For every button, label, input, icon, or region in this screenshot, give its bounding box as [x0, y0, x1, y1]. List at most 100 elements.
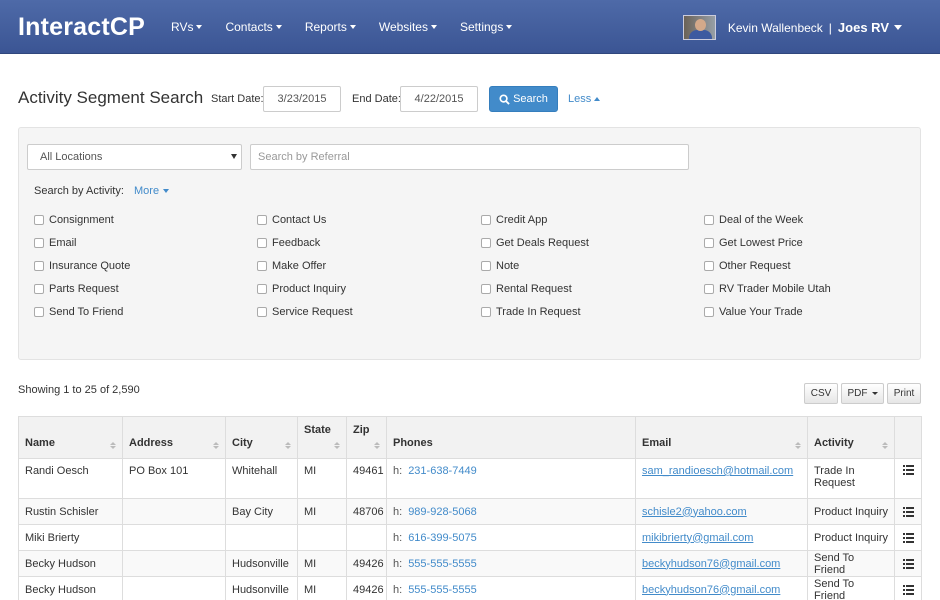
table-row[interactable]: Rustin Schisler Bay City MI 48706 h: 989-…	[18, 498, 922, 525]
search-button[interactable]: Search	[489, 86, 558, 112]
activity-checkbox-email[interactable]: Email	[34, 237, 77, 249]
activity-checkbox-consignment[interactable]: Consignment	[34, 214, 114, 226]
checkbox[interactable]	[257, 284, 267, 294]
checkbox[interactable]	[704, 307, 714, 317]
nav-websites[interactable]: Websites	[379, 20, 437, 34]
activity-checkbox-contact-us[interactable]: Contact Us	[257, 214, 326, 226]
checkbox[interactable]	[481, 261, 491, 271]
list-icon[interactable]	[902, 506, 914, 517]
activity-checkbox-service[interactable]: Service Request	[257, 306, 353, 318]
cell-address	[122, 576, 226, 600]
list-icon[interactable]	[902, 584, 914, 595]
cell-state: MI	[297, 550, 347, 577]
column-header-label: Name	[25, 437, 55, 449]
column-header-state[interactable]: State	[297, 416, 347, 459]
table-row[interactable]: Becky Hudson Hudsonville MI 49426 h: 555-…	[18, 576, 922, 600]
checkbox[interactable]	[257, 238, 267, 248]
checkbox[interactable]	[257, 261, 267, 271]
nav-rvs[interactable]: RVs	[171, 20, 203, 34]
results-table: Name Address City State Zip Phones Email…	[18, 416, 922, 600]
activity-checkbox-product-inquiry[interactable]: Product Inquiry	[257, 283, 346, 295]
email-link[interactable]: sam_randioesch@hotmail.com	[642, 465, 793, 477]
checkbox[interactable]	[481, 284, 491, 294]
table-row[interactable]: Miki Brierty h: 616-399-5075 mikibrierty@…	[18, 524, 922, 551]
location-select[interactable]: All Locations	[27, 144, 242, 170]
list-icon[interactable]	[902, 558, 914, 569]
referral-search-input[interactable]	[250, 144, 689, 170]
brand-logo[interactable]: InteractCP	[18, 13, 145, 42]
activity-checkbox-insurance[interactable]: Insurance Quote	[34, 260, 130, 272]
list-icon[interactable]	[902, 465, 914, 475]
list-icon[interactable]	[902, 532, 914, 543]
activity-checkbox-credit-app[interactable]: Credit App	[481, 214, 547, 226]
activity-checkbox-value-trade[interactable]: Value Your Trade	[704, 306, 803, 318]
cell-name: Miki Brierty	[18, 524, 123, 551]
checkbox[interactable]	[704, 284, 714, 294]
nav-reports[interactable]: Reports	[305, 20, 356, 34]
table-row[interactable]: Becky Hudson Hudsonville MI 49426 h: 555-…	[18, 550, 922, 577]
email-link[interactable]: beckyhudson76@gmail.com	[642, 558, 780, 570]
user-name[interactable]: Kevin Wallenbeck	[728, 21, 823, 35]
activity-checkbox-send-to-friend[interactable]: Send To Friend	[34, 306, 123, 318]
activity-checkbox-lowest-price[interactable]: Get Lowest Price	[704, 237, 803, 249]
activity-checkbox-note[interactable]: Note	[481, 260, 519, 272]
activity-checkbox-parts[interactable]: Parts Request	[34, 283, 119, 295]
checkbox[interactable]	[34, 261, 44, 271]
column-header-email[interactable]: Email	[635, 416, 808, 459]
email-link[interactable]: schisle2@yahoo.com	[642, 506, 747, 518]
nav-settings[interactable]: Settings	[460, 20, 513, 34]
column-header-address[interactable]: Address	[122, 416, 226, 459]
dealer-switcher[interactable]: Joes RV	[838, 20, 902, 35]
checkbox[interactable]	[704, 215, 714, 225]
phone-link[interactable]: 616-399-5075	[408, 532, 477, 544]
column-header-name[interactable]: Name	[18, 416, 123, 459]
column-header-zip[interactable]: Zip	[346, 416, 387, 459]
checkbox[interactable]	[481, 307, 491, 317]
checkbox[interactable]	[704, 238, 714, 248]
checkbox[interactable]	[704, 261, 714, 271]
phone-link[interactable]: 231-638-7449	[408, 465, 477, 477]
column-header-city[interactable]: City	[225, 416, 298, 459]
phone-link[interactable]: 989-928-5068	[408, 506, 477, 518]
less-toggle[interactable]: Less	[568, 93, 601, 105]
activity-checkbox-feedback[interactable]: Feedback	[257, 237, 320, 249]
checkbox[interactable]	[257, 307, 267, 317]
cell-email: mikibrierty@gmail.com	[635, 524, 808, 551]
email-link[interactable]: mikibrierty@gmail.com	[642, 532, 753, 544]
checkbox[interactable]	[34, 307, 44, 317]
print-button[interactable]: Print	[887, 383, 921, 404]
phone-link[interactable]: 555-555-5555	[408, 558, 477, 570]
checkbox[interactable]	[34, 238, 44, 248]
csv-button[interactable]: CSV	[804, 383, 838, 404]
checkbox[interactable]	[257, 215, 267, 225]
activity-checkbox-make-offer[interactable]: Make Offer	[257, 260, 326, 272]
start-date-input[interactable]: 3/23/2015	[263, 86, 341, 112]
pdf-button[interactable]: PDF	[841, 383, 884, 404]
cell-actions	[894, 498, 922, 525]
checkbox[interactable]	[481, 238, 491, 248]
phone-link[interactable]: 555-555-5555	[408, 584, 477, 596]
cell-city	[225, 524, 298, 551]
checkbox-label: Get Deals Request	[496, 237, 589, 249]
nav-contacts[interactable]: Contacts	[225, 20, 282, 34]
more-label: More	[134, 185, 160, 197]
checkbox[interactable]	[481, 215, 491, 225]
email-link[interactable]: beckyhudson76@gmail.com	[642, 584, 780, 596]
cell-phones: h: 231-638-7449	[386, 458, 636, 499]
activity-checkbox-trade-in[interactable]: Trade In Request	[481, 306, 581, 318]
activity-checkbox-other[interactable]: Other Request	[704, 260, 791, 272]
activity-checkbox-rental[interactable]: Rental Request	[481, 283, 572, 295]
table-row[interactable]: Randi Oesch PO Box 101 Whitehall MI 4946…	[18, 458, 922, 499]
checkbox[interactable]	[34, 215, 44, 225]
checkbox-label: Product Inquiry	[272, 283, 346, 295]
activity-checkbox-get-deals[interactable]: Get Deals Request	[481, 237, 589, 249]
table-header-row: Name Address City State Zip Phones Email…	[18, 416, 922, 459]
end-date-input[interactable]: 4/22/2015	[400, 86, 478, 112]
more-activities-toggle[interactable]: More	[134, 185, 170, 197]
activity-checkbox-rv-trader[interactable]: RV Trader Mobile Utah	[704, 283, 831, 295]
checkbox[interactable]	[34, 284, 44, 294]
column-header-activity[interactable]: Activity	[807, 416, 895, 459]
chevron-down-icon	[275, 25, 282, 29]
cell-phones: h: 555-555-5555	[386, 576, 636, 600]
activity-checkbox-deal-of-week[interactable]: Deal of the Week	[704, 214, 803, 226]
